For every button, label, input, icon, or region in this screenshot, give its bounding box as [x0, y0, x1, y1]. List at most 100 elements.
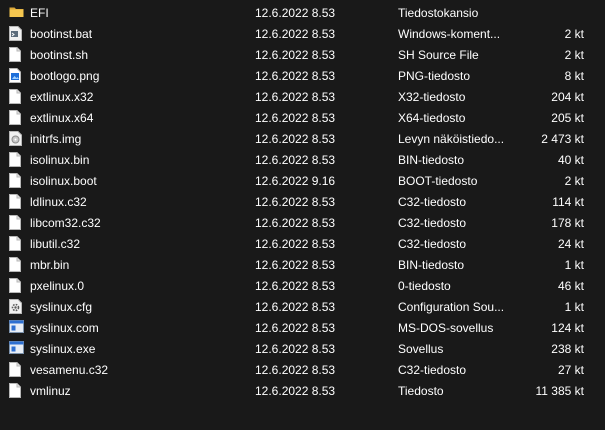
file-row[interactable]: extlinux.x32 12.6.2022 8.53 X32-tiedosto… [0, 86, 605, 107]
file-row[interactable]: mbr.bin 12.6.2022 8.53 BIN-tiedosto 1 kt [0, 254, 605, 275]
file-type: Levyn näköistiedo... [398, 132, 505, 146]
file-row[interactable]: pxelinux.0 12.6.2022 8.53 0-tiedosto 46 … [0, 275, 605, 296]
file-date-modified: 12.6.2022 9.16 [255, 174, 336, 188]
file-name: libcom32.c32 [30, 216, 101, 230]
file-icon [9, 194, 23, 209]
file-name: vesamenu.c32 [30, 363, 109, 377]
file-icon [9, 257, 23, 272]
batch-file-icon [9, 26, 23, 41]
file-row[interactable]: libcom32.c32 12.6.2022 8.53 C32-tiedosto… [0, 212, 605, 233]
file-name: bootinst.sh [30, 48, 89, 62]
file-type: Tiedosto [398, 384, 444, 398]
folder-icon [9, 5, 24, 20]
file-type: SH Source File [398, 48, 479, 62]
file-list: EFI 12.6.2022 8.53 Tiedostokansio bootin… [0, 0, 605, 401]
file-date-modified: 12.6.2022 8.53 [255, 48, 336, 62]
file-row[interactable]: bootinst.bat 12.6.2022 8.53 Windows-kome… [0, 23, 605, 44]
file-date-modified: 12.6.2022 8.53 [255, 321, 336, 335]
file-row[interactable]: isolinux.boot 12.6.2022 9.16 BOOT-tiedos… [0, 170, 605, 191]
file-size: 11 385 kt [535, 384, 584, 398]
file-date-modified: 12.6.2022 8.53 [255, 6, 336, 20]
file-name: ldlinux.c32 [30, 195, 87, 209]
file-type: C32-tiedosto [398, 195, 467, 209]
file-size: 2 kt [564, 48, 584, 62]
file-type: C32-tiedosto [398, 363, 467, 377]
file-row[interactable]: isolinux.bin 12.6.2022 8.53 BIN-tiedosto… [0, 149, 605, 170]
file-date-modified: 12.6.2022 8.53 [255, 342, 336, 356]
file-date-modified: 12.6.2022 8.53 [255, 111, 336, 125]
file-size: 1 kt [564, 300, 584, 314]
file-icon [9, 383, 23, 398]
file-date-modified: 12.6.2022 8.53 [255, 216, 336, 230]
file-size: 1 kt [564, 258, 584, 272]
file-date-modified: 12.6.2022 8.53 [255, 195, 336, 209]
application-icon [9, 320, 24, 335]
file-name: EFI [30, 6, 49, 20]
file-row[interactable]: extlinux.x64 12.6.2022 8.53 X64-tiedosto… [0, 107, 605, 128]
file-row[interactable]: bootlogo.png 12.6.2022 8.53 PNG-tiedosto… [0, 65, 605, 86]
file-row[interactable]: initrfs.img 12.6.2022 8.53 Levyn näköist… [0, 128, 605, 149]
file-row[interactable]: syslinux.com 12.6.2022 8.53 MS-DOS-sovel… [0, 317, 605, 338]
file-name: pxelinux.0 [30, 279, 85, 293]
file-type: C32-tiedosto [398, 237, 467, 251]
file-name: mbr.bin [30, 258, 70, 272]
file-row[interactable]: vesamenu.c32 12.6.2022 8.53 C32-tiedosto… [0, 359, 605, 380]
file-size: 178 kt [551, 216, 584, 230]
file-size: 2 kt [564, 174, 584, 188]
file-size: 24 kt [557, 237, 584, 251]
file-icon [9, 362, 23, 377]
file-name: vmlinuz [30, 384, 71, 398]
file-date-modified: 12.6.2022 8.53 [255, 237, 336, 251]
file-name: syslinux.cfg [30, 300, 93, 314]
file-size: 238 kt [551, 342, 584, 356]
file-row[interactable]: EFI 12.6.2022 8.53 Tiedostokansio [0, 2, 605, 23]
file-size: 2 kt [564, 27, 584, 41]
file-name: extlinux.x32 [30, 90, 94, 104]
file-row[interactable]: ldlinux.c32 12.6.2022 8.53 C32-tiedosto … [0, 191, 605, 212]
file-row[interactable]: vmlinuz 12.6.2022 8.53 Tiedosto 11 385 k… [0, 380, 605, 401]
application-icon [9, 341, 24, 356]
file-size: 8 kt [564, 69, 584, 83]
file-size: 40 kt [557, 153, 584, 167]
file-icon [9, 89, 23, 104]
file-size: 114 kt [552, 195, 584, 209]
file-type: MS-DOS-sovellus [398, 321, 494, 335]
file-row[interactable]: libutil.c32 12.6.2022 8.53 C32-tiedosto … [0, 233, 605, 254]
file-icon [9, 236, 23, 251]
file-icon [9, 173, 23, 188]
file-row[interactable]: bootinst.sh 12.6.2022 8.53 SH Source Fil… [0, 44, 605, 65]
file-date-modified: 12.6.2022 8.53 [255, 132, 336, 146]
file-name: extlinux.x64 [30, 111, 94, 125]
file-icon [9, 215, 23, 230]
file-icon [9, 110, 23, 125]
file-date-modified: 12.6.2022 8.53 [255, 363, 336, 377]
file-date-modified: 12.6.2022 8.53 [255, 279, 336, 293]
file-type: 0-tiedosto [398, 279, 451, 293]
file-type: BOOT-tiedosto [398, 174, 478, 188]
file-row[interactable]: syslinux.exe 12.6.2022 8.53 Sovellus 238… [0, 338, 605, 359]
file-type: Windows-koment... [398, 27, 501, 41]
file-type: PNG-tiedosto [398, 69, 471, 83]
file-name: isolinux.boot [30, 174, 97, 188]
file-name: bootinst.bat [30, 27, 93, 41]
file-row[interactable]: syslinux.cfg 12.6.2022 8.53 Configuratio… [0, 296, 605, 317]
file-name: syslinux.com [30, 321, 99, 335]
file-size: 27 kt [557, 363, 584, 377]
file-date-modified: 12.6.2022 8.53 [255, 300, 336, 314]
file-type: Configuration Sou... [398, 300, 505, 314]
file-name: libutil.c32 [30, 237, 81, 251]
file-size: 205 kt [551, 111, 584, 125]
file-date-modified: 12.6.2022 8.53 [255, 27, 336, 41]
file-date-modified: 12.6.2022 8.53 [255, 69, 336, 83]
file-icon [9, 47, 23, 62]
file-date-modified: 12.6.2022 8.53 [255, 258, 336, 272]
file-date-modified: 12.6.2022 8.53 [255, 384, 336, 398]
file-date-modified: 12.6.2022 8.53 [255, 90, 336, 104]
file-type: Tiedostokansio [398, 6, 479, 20]
file-size: 124 kt [551, 321, 584, 335]
file-size: 46 kt [557, 279, 584, 293]
file-size: 2 473 kt [541, 132, 584, 146]
file-type: Sovellus [398, 342, 444, 356]
file-date-modified: 12.6.2022 8.53 [255, 153, 336, 167]
file-type: BIN-tiedosto [398, 153, 465, 167]
